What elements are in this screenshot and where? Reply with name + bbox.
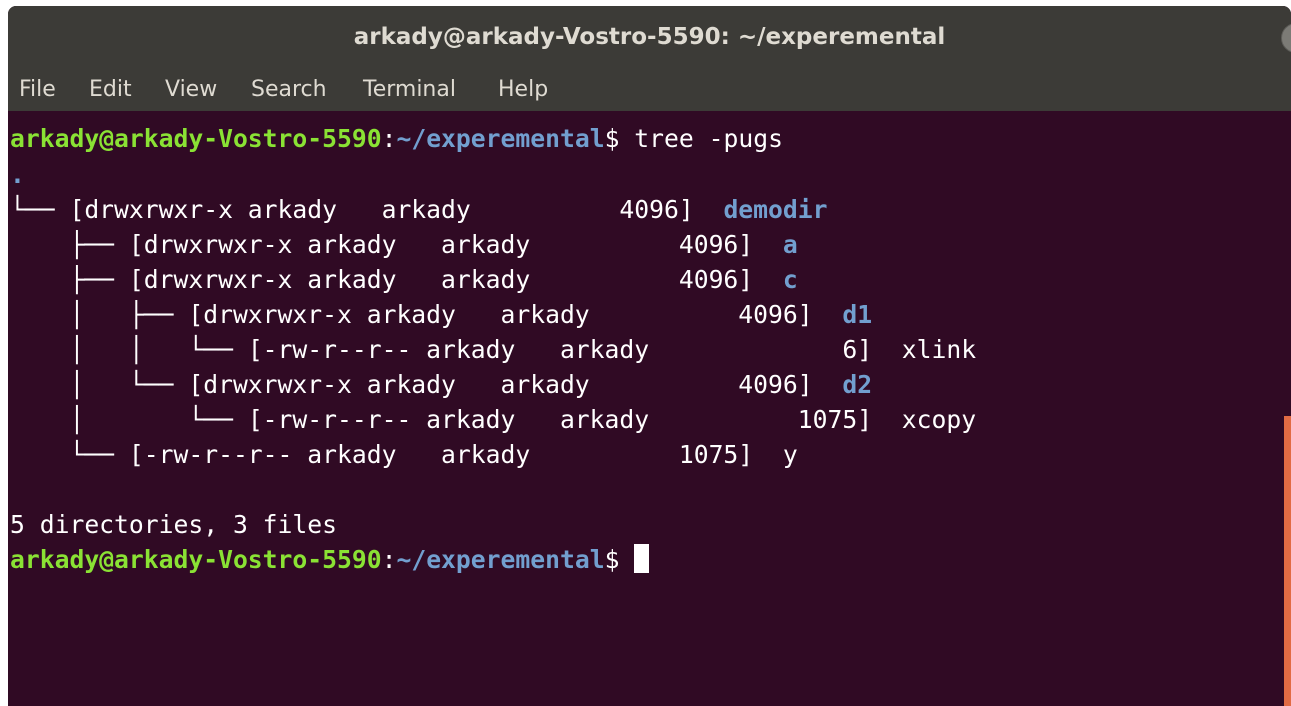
directory-name: a: [782, 230, 798, 259]
entry-attributes: [drwxrwxr-x arkady arkady 4096]: [128, 265, 783, 294]
tree-entry: └── [drwxrwxr-x arkady arkady 4096] demo…: [10, 192, 827, 227]
menu-help[interactable]: Help: [498, 70, 548, 111]
directory-name: d2: [842, 370, 873, 399]
tree-branch: └──: [10, 195, 70, 224]
tree-branch: │ └──: [10, 405, 248, 434]
entry-attributes: [drwxrwxr-x arkady arkady 4096]: [188, 300, 843, 329]
directory-name: c: [782, 265, 798, 294]
menu-file[interactable]: File: [19, 70, 56, 111]
minimize-icon: [1282, 24, 1291, 54]
prompt-line: arkady@arkady-Vostro-5590:~/experemental…: [10, 121, 783, 156]
tree-branch: ├──: [10, 265, 129, 294]
entry-attributes: [-rw-r--r-- arkady arkady 6]: [247, 335, 902, 364]
entry-attributes: [drwxrwxr-x arkady arkady 4096]: [128, 230, 783, 259]
terminal-output[interactable]: arkady@arkady-Vostro-5590:~/experemental…: [8, 111, 1291, 706]
prompt-symbol: $: [604, 545, 635, 574]
entry-attributes: [drwxrwxr-x arkady arkady 4096]: [69, 195, 724, 224]
prompt-separator: :: [381, 545, 397, 574]
entry-attributes: [drwxrwxr-x arkady arkady 4096]: [188, 370, 843, 399]
tree-entry: └── [-rw-r--r-- arkady arkady 1075] y: [10, 437, 798, 472]
tree-root: .: [10, 160, 25, 189]
menu-bar: File Edit View Search Terminal Help: [8, 70, 1291, 111]
prompt-path: ~/experemental: [396, 124, 605, 153]
tree-entry: │ └── [-rw-r--r-- arkady arkady 1075] xc…: [10, 402, 976, 437]
scrollbar[interactable]: [1284, 416, 1291, 706]
tree-entry: ├── [drwxrwxr-x arkady arkady 4096] c: [10, 262, 798, 297]
prompt-user-host: arkady@arkady-Vostro-5590: [10, 124, 382, 153]
menu-terminal[interactable]: Terminal: [363, 70, 456, 111]
tree-entry: │ └── [drwxrwxr-x arkady arkady 4096] d2: [10, 367, 872, 402]
tree-branch: │ └──: [10, 370, 189, 399]
terminal-window: arkady@arkady-Vostro-5590: ~/experementa…: [8, 6, 1291, 706]
tree-entry: ├── [drwxrwxr-x arkady arkady 4096] a: [10, 227, 798, 262]
tree-branch: │ ├──: [10, 300, 189, 329]
menu-view[interactable]: View: [165, 70, 217, 111]
prompt-separator: :: [381, 124, 397, 153]
menu-search[interactable]: Search: [251, 70, 327, 111]
text-cursor: [634, 544, 650, 573]
menu-edit[interactable]: Edit: [89, 70, 132, 111]
prompt-path: ~/experemental: [396, 545, 605, 574]
prompt-line-current: arkady@arkady-Vostro-5590:~/experemental…: [10, 542, 650, 577]
directory-name: demodir: [723, 195, 828, 224]
tree-branch: ├──: [10, 230, 129, 259]
prompt-symbol: $: [604, 124, 635, 153]
summary-line: 5 directories, 3 files: [10, 510, 337, 539]
directory-name: d1: [842, 300, 873, 329]
tree-branch: │ │ └──: [10, 335, 248, 364]
file-name: xlink: [901, 335, 977, 364]
entry-attributes: [-rw-r--r-- arkady arkady 1075]: [247, 405, 902, 434]
file-name: xcopy: [901, 405, 977, 434]
window-title: arkady@arkady-Vostro-5590: ~/experementa…: [353, 24, 946, 50]
tree-entry: │ ├── [drwxrwxr-x arkady arkady 4096] d1: [10, 297, 872, 332]
tree-entry: │ │ └── [-rw-r--r-- arkady arkady 6] xli…: [10, 332, 976, 367]
prompt-user-host: arkady@arkady-Vostro-5590: [10, 545, 382, 574]
file-name: y: [782, 440, 798, 469]
entry-attributes: [-rw-r--r-- arkady arkady 1075]: [128, 440, 783, 469]
minimize-button[interactable]: [1281, 23, 1291, 53]
title-bar[interactable]: arkady@arkady-Vostro-5590: ~/experementa…: [8, 6, 1291, 70]
tree-branch: └──: [10, 440, 129, 469]
command-text: tree -pugs: [634, 124, 783, 153]
